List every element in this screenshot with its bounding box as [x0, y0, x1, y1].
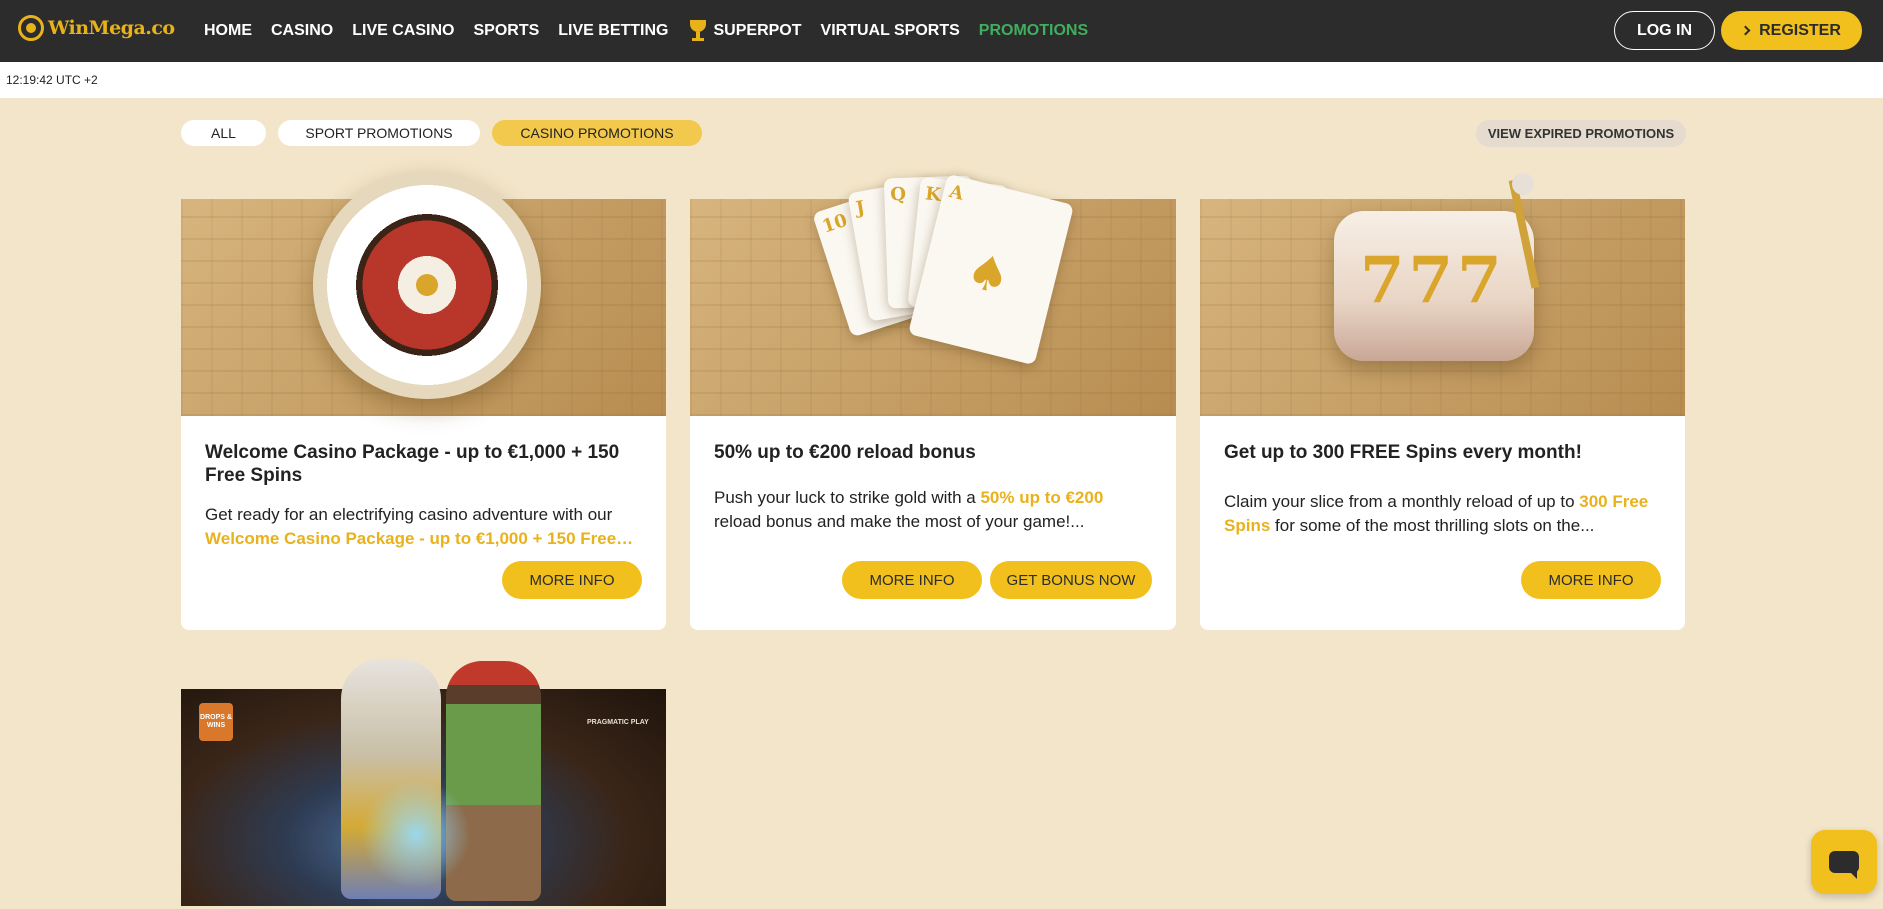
get-bonus-now-button[interactable]: GET BONUS NOW: [990, 561, 1152, 599]
nav-casino[interactable]: CASINO: [271, 22, 333, 40]
logo[interactable]: WinMega.co: [18, 15, 175, 41]
nav-sports[interactable]: SPORTS: [473, 22, 539, 40]
filter-sport-promotions[interactable]: SPORT PROMOTIONS: [278, 120, 480, 146]
roulette-wheel-illustration: [313, 171, 541, 399]
promo-title: 50% up to €200 reload bonus: [714, 442, 976, 463]
promo-card-welcome: Welcome Casino Package - up to €1,000 + …: [181, 171, 666, 630]
nav-live-casino[interactable]: LIVE CASINO: [352, 22, 454, 40]
view-expired-promotions-button[interactable]: VIEW EXPIRED PROMOTIONS: [1476, 120, 1686, 147]
chat-icon: [1829, 851, 1859, 879]
filter-casino-promotions[interactable]: CASINO PROMOTIONS: [492, 120, 702, 146]
chat-button[interactable]: [1811, 830, 1877, 894]
slot-machine-illustration: 777: [1320, 173, 1560, 373]
nav-virtual-sports[interactable]: VIRTUAL SPORTS: [821, 22, 960, 40]
login-button[interactable]: LOG IN: [1614, 11, 1715, 50]
more-info-button[interactable]: MORE INFO: [502, 561, 642, 599]
top-navigation-bar: WinMega.co HOME CASINO LIVE CASINO SPORT…: [0, 0, 1883, 62]
filter-all[interactable]: ALL: [181, 120, 266, 146]
main-nav: HOME CASINO LIVE CASINO SPORTS LIVE BETT…: [204, 0, 1088, 62]
playing-cards-illustration: 10 J Q K A ♠: [812, 173, 1075, 377]
pragmatic-play-logo: PRAGMATIC PLAY: [587, 719, 649, 726]
trophy-icon: [688, 20, 708, 42]
clock-bar: 12:19:42 UTC +2: [0, 62, 1883, 98]
promo-title: Welcome Casino Package - up to €1,000 + …: [205, 442, 620, 486]
register-button[interactable]: REGISTER: [1721, 11, 1862, 50]
chevron-right-icon: [1740, 25, 1751, 36]
nav-superpot-label: SUPERPOT: [713, 22, 802, 39]
promo-card-reload: 10 J Q K A ♠ 50% up to €200 reload bonus …: [690, 173, 1176, 630]
promo-description: Push your luck to strike gold with a 50%…: [714, 488, 1104, 531]
nav-superpot[interactable]: SUPERPOT: [688, 20, 802, 42]
promo-image-drops-and-wins[interactable]: DROPS & WINS PRAGMATIC PLAY: [181, 659, 666, 906]
promotion-filters: ALL SPORT PROMOTIONS CASINO PROMOTIONS: [181, 120, 702, 146]
promo-title: Get up to 300 FREE Spins every month!: [1224, 442, 1582, 463]
register-label: REGISTER: [1759, 21, 1841, 39]
promo-description: Claim your slice from a monthly reload o…: [1224, 492, 1649, 535]
nav-live-betting[interactable]: LIVE BETTING: [558, 22, 668, 40]
logo-eye-icon: [18, 15, 44, 41]
promo-card-free-spins: 777 Get up to 300 FREE Spins every month…: [1200, 173, 1685, 630]
drops-and-wins-badge: DROPS & WINS: [199, 703, 233, 741]
promo-image-cards[interactable]: 10 J Q K A ♠: [690, 173, 1176, 416]
more-info-button[interactable]: MORE INFO: [1521, 561, 1661, 599]
clock-text: 12:19:42 UTC +2: [6, 73, 98, 87]
nav-home[interactable]: HOME: [204, 22, 252, 40]
logo-text: WinMega.co: [48, 17, 175, 39]
promo-image-roulette[interactable]: [181, 171, 666, 416]
more-info-button[interactable]: MORE INFO: [842, 561, 982, 599]
promo-description: Get ready for an electrifying casino adv…: [205, 505, 634, 548]
promo-image-slot[interactable]: 777: [1200, 173, 1685, 416]
nav-promotions[interactable]: PROMOTIONS: [979, 22, 1088, 40]
